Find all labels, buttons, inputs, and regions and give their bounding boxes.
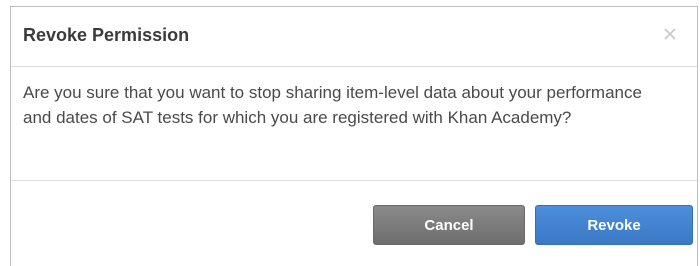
dialog-title: Revoke Permission — [23, 25, 190, 45]
revoke-button[interactable]: Revoke — [535, 205, 693, 245]
revoke-permission-dialog: Revoke Permission Are you sure that you … — [10, 6, 698, 266]
dialog-message: Are you sure that you want to stop shari… — [23, 83, 642, 127]
dialog-header: Revoke Permission — [11, 7, 697, 67]
cancel-button[interactable]: Cancel — [373, 205, 525, 245]
dialog-footer: Cancel Revoke — [11, 181, 697, 261]
dialog-body: Are you sure that you want to stop shari… — [11, 67, 697, 181]
close-icon[interactable] — [663, 27, 677, 41]
